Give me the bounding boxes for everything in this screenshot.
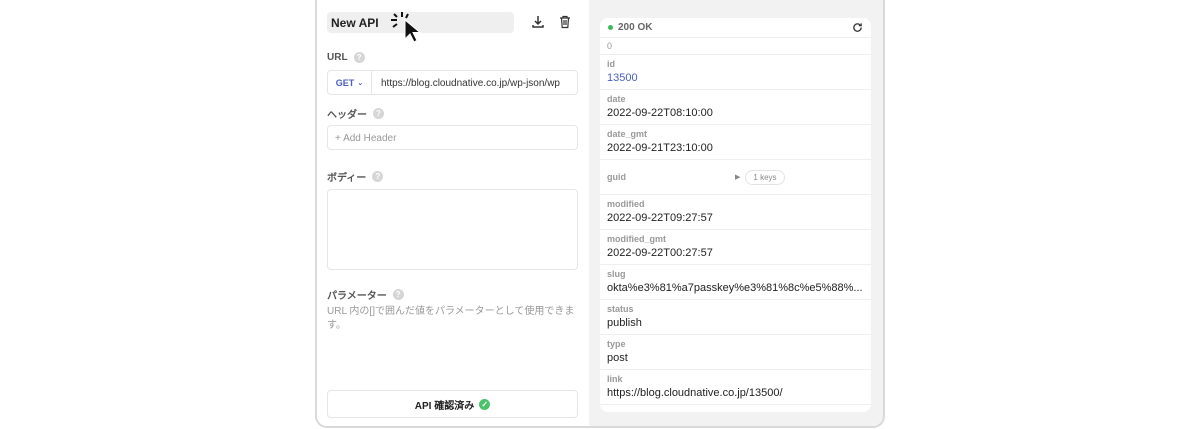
response-field-row: guid ▶ 1 keys <box>600 160 871 195</box>
response-field-row: date 2022-09-22T08:10:00 <box>600 90 871 125</box>
status-text: 200 OK <box>618 22 653 33</box>
help-icon[interactable]: ? <box>353 52 365 63</box>
field-value: 2022-09-22T00:27:57 <box>607 247 713 259</box>
headers-label-text: ヘッダー <box>327 110 367 121</box>
body-label: ボディー? <box>327 169 384 184</box>
body-label-text: ボディー <box>327 173 367 184</box>
response-field-row: type post <box>600 335 871 370</box>
url-label: URL? <box>327 52 365 63</box>
method-value: GET <box>335 77 355 88</box>
refresh-icon[interactable] <box>852 22 863 33</box>
status-dot-icon <box>608 25 613 30</box>
body-textarea[interactable] <box>327 189 578 270</box>
field-key: link <box>607 374 623 384</box>
field-value: publish <box>607 317 642 329</box>
url-label-text: URL <box>327 52 348 63</box>
response-field-row: modified 2022-09-22T09:27:57 <box>600 195 871 230</box>
response-field-row: slug okta%e3%81%a7passkey%e3%81%8c%e5%88%… <box>600 265 871 300</box>
api-verified-label: API 確認済み <box>414 400 475 412</box>
field-value: 2022-09-21T23:10:00 <box>607 142 713 154</box>
field-key: status <box>607 304 634 314</box>
headers-label: ヘッダー? <box>327 106 384 121</box>
response-field-row: date_gmt 2022-09-21T23:10:00 <box>600 125 871 160</box>
api-verified-button[interactable]: API 確認済み ✓ <box>327 390 578 418</box>
field-value: 2022-09-22T08:10:00 <box>607 107 713 119</box>
response-field-row: link https://blog.cloudnative.co.jp/13500… <box>600 370 871 405</box>
download-icon[interactable] <box>531 15 545 29</box>
help-icon[interactable]: ? <box>373 108 384 119</box>
params-label-text: パラメーター <box>327 291 387 302</box>
field-value: https://blog.cloudnative.co.jp/13500/ <box>607 387 783 399</box>
field-key: modified <box>607 199 645 209</box>
response-status-bar: 200 OK <box>600 18 871 38</box>
api-editor-window: New API URL? GET ⌄ https://blog.cloudnati… <box>315 0 885 428</box>
array-index: 0 <box>600 38 871 55</box>
field-key: guid <box>607 172 626 182</box>
field-value: okta%e3%81%a7passkey%e3%81%8c%e5%88%... <box>607 282 863 294</box>
mouse-cursor-icon <box>391 12 422 43</box>
expand-triangle-icon[interactable]: ▶ <box>735 173 740 181</box>
field-key: slug <box>607 269 626 279</box>
response-panel: 200 OK 0 id 13500 date 2022-09-22T08:10:00 d… <box>600 18 871 412</box>
response-field-row: id 13500 <box>600 55 871 90</box>
params-label: パラメーター? <box>327 287 404 302</box>
add-header-button[interactable]: + Add Header <box>327 125 578 150</box>
help-icon[interactable]: ? <box>372 171 384 182</box>
chevron-down-icon: ⌄ <box>357 79 364 87</box>
response-field-row: status publish <box>600 300 871 335</box>
trash-icon[interactable] <box>558 15 572 29</box>
method-select[interactable]: GET ⌄ <box>328 71 372 94</box>
request-panel: New API URL? GET ⌄ https://blog.cloudnati… <box>317 0 589 426</box>
keys-badge[interactable]: 1 keys <box>745 169 785 185</box>
field-key: date_gmt <box>607 129 648 139</box>
help-icon[interactable]: ? <box>392 289 404 300</box>
params-hint: URL 内の[]で囲んだ値をパラメーターとして使用できます。 <box>327 306 575 331</box>
field-key: type <box>607 339 626 349</box>
field-key: id <box>607 59 615 69</box>
field-value: post <box>607 352 628 364</box>
response-field-row: modified_gmt 2022-09-22T00:27:57 <box>600 230 871 265</box>
url-input[interactable]: https://blog.cloudnative.co.jp/wp-json/w… <box>372 71 569 94</box>
field-value: 2022-09-22T09:27:57 <box>607 212 713 224</box>
url-row: GET ⌄ https://blog.cloudnative.co.jp/wp-j… <box>327 70 578 95</box>
check-circle-icon: ✓ <box>479 398 491 410</box>
field-value: 13500 <box>607 72 638 84</box>
field-key: date <box>607 94 626 104</box>
field-key: modified_gmt <box>607 234 667 244</box>
